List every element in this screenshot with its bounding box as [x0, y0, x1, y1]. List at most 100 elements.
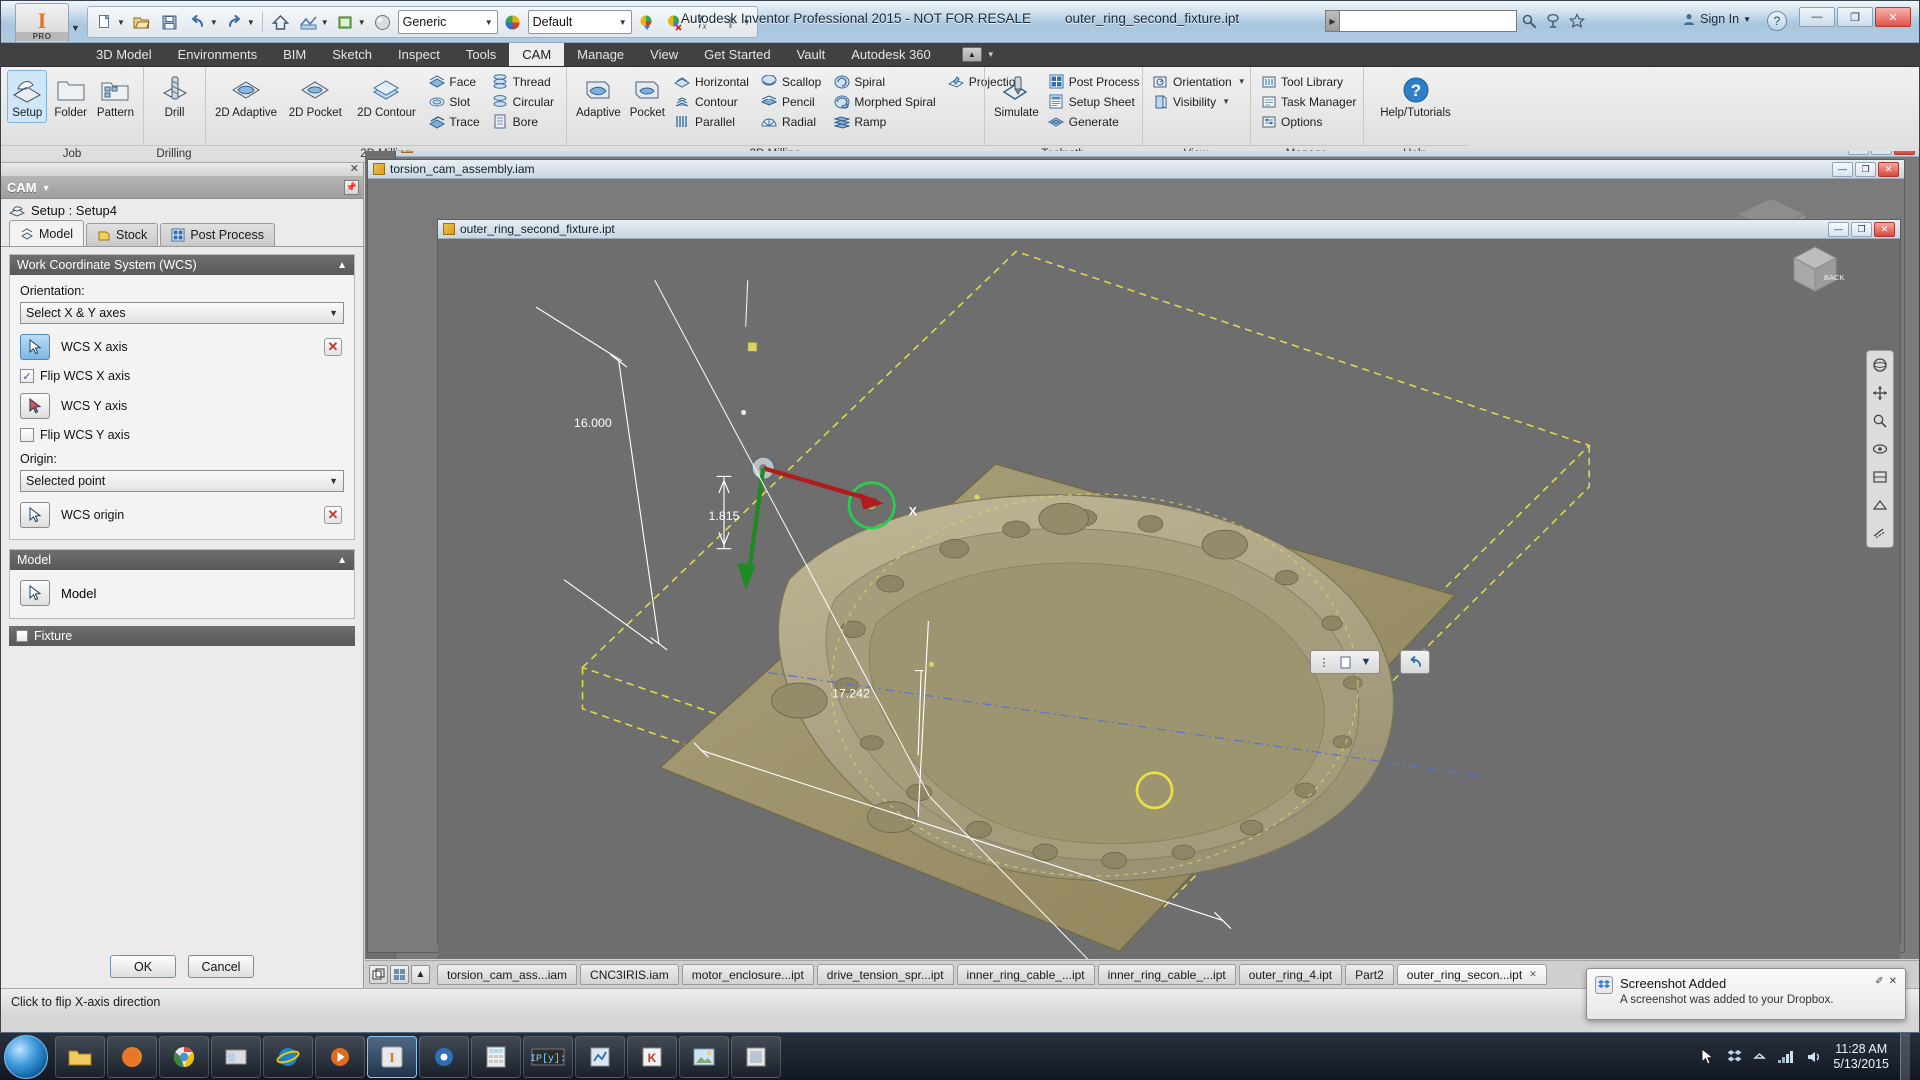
tray-show-hidden-icon[interactable]	[1753, 1050, 1767, 1063]
model-viewport[interactable]: X 16.000 1.815 17.242	[438, 239, 1900, 959]
doctab-outer-ring-4[interactable]: outer_ring_4.ipt	[1238, 964, 1343, 985]
clear-appearance-icon[interactable]	[662, 9, 688, 35]
taskbar-app8[interactable]	[419, 1035, 469, 1078]
spiral-button[interactable]: Spiral	[830, 72, 941, 91]
tray-dropbox-icon[interactable]	[1727, 1049, 1742, 1064]
face-button[interactable]: Face	[425, 72, 485, 91]
tab-model[interactable]: Model	[9, 220, 85, 246]
doctab-inner-ring-cable-1[interactable]: inner_ring_cable_...ipt	[956, 964, 1095, 985]
horizontal-button[interactable]: Horizontal	[671, 72, 755, 91]
mini-toolbar-chevron-icon[interactable]: ▼	[1357, 653, 1375, 671]
mdi-title-outer-ring-fixture[interactable]: outer_ring_second_fixture.ipt — ❐ ✕	[438, 220, 1900, 239]
favorites-star-icon[interactable]	[1565, 9, 1589, 33]
parameters-icon[interactable]: fx	[690, 9, 716, 35]
customize-qat-icon[interactable]	[718, 9, 744, 35]
cancel-button[interactable]: Cancel	[188, 955, 254, 978]
thread-button[interactable]: Thread	[489, 72, 560, 91]
undo-chevron-icon[interactable]: ▼	[210, 18, 218, 27]
material-combo[interactable]: Generic ▼	[397, 10, 498, 34]
application-menu-chevron-icon[interactable]: ▼	[71, 23, 80, 33]
task-manager-button[interactable]: Task Manager	[1257, 92, 1362, 111]
start-button[interactable]	[4, 1034, 48, 1079]
tab-get-started[interactable]: Get Started	[691, 43, 783, 66]
taskbar-firefox[interactable]	[107, 1035, 157, 1078]
wcs-origin-pick-button[interactable]	[20, 502, 50, 528]
doctab-part2[interactable]: Part2	[1345, 964, 1394, 985]
doctab-close-icon[interactable]: ✕	[1529, 969, 1537, 980]
ribbon-display-icon[interactable]: ▲	[961, 47, 982, 62]
ribbon-display-chevron-icon[interactable]: ▼	[987, 50, 995, 59]
tool-library-button[interactable]: Tool Library	[1257, 72, 1362, 91]
close-button[interactable]: ✕	[1875, 7, 1911, 27]
show-desktop-button[interactable]	[1900, 1032, 1910, 1080]
mdi-restore-cnc3iris[interactable]: ❐	[1871, 151, 1892, 155]
search-expand-icon[interactable]: ▶	[1325, 10, 1339, 32]
cam-panel-pin-icon[interactable]: 📌	[344, 180, 359, 195]
flip-x-checkbox[interactable]: ✓	[20, 369, 34, 383]
tab-vault[interactable]: Vault	[784, 43, 839, 66]
section-icon[interactable]	[1870, 467, 1890, 487]
model-undo-toolbar[interactable]	[1400, 650, 1430, 674]
tab-manage[interactable]: Manage	[564, 43, 637, 66]
undo-icon[interactable]	[185, 9, 211, 35]
taskbar-clock[interactable]: 11:28 AM 5/13/2015	[1833, 1042, 1889, 1072]
contour-2d-button[interactable]: 2D Contour	[351, 70, 423, 123]
pocket-2d-button[interactable]: 2D Pocket	[283, 70, 348, 123]
tab-sketch[interactable]: Sketch	[319, 43, 385, 66]
taskbar-app11[interactable]	[575, 1035, 625, 1078]
toast-close-icon[interactable]: ✕	[1889, 976, 1897, 987]
zoom-icon[interactable]	[1870, 411, 1890, 431]
update-icon[interactable]	[333, 9, 359, 35]
flip-y-checkbox[interactable]	[20, 428, 34, 442]
minimize-button[interactable]: —	[1799, 7, 1835, 27]
display-icon[interactable]	[1870, 495, 1890, 515]
pan-icon[interactable]	[1870, 383, 1890, 403]
taskbar-explorer[interactable]	[55, 1035, 105, 1078]
fixture-group-header[interactable]: Fixture	[9, 626, 355, 646]
toast-settings-icon[interactable]: ✐	[1875, 976, 1883, 987]
doctab-outer-ring-second[interactable]: outer_ring_secon...ipt ✕	[1396, 964, 1547, 985]
taskbar-calc[interactable]	[471, 1035, 521, 1078]
screenshot-toast[interactable]: Screenshot Added A screenshot was added …	[1586, 968, 1906, 1020]
bore-button[interactable]: Bore	[489, 112, 560, 131]
morphed-spiral-button[interactable]: Morphed Spiral	[830, 92, 941, 111]
setup-sheet-button[interactable]: Setup Sheet	[1045, 92, 1146, 111]
taskbar-ie[interactable]	[263, 1035, 313, 1078]
mdi-window-outer-ring-fixture[interactable]: outer_ring_second_fixture.ipt — ❐ ✕ X 16…	[437, 219, 1901, 959]
tab-bim[interactable]: BIM	[270, 43, 319, 66]
mini-toolbar-grip-icon[interactable]: ⋮	[1315, 653, 1333, 671]
taskbar-media[interactable]	[315, 1035, 365, 1078]
taskbar-inventor[interactable]: I	[367, 1035, 417, 1078]
ok-button[interactable]: OK	[110, 955, 176, 978]
taskbar-image[interactable]	[679, 1035, 729, 1078]
pencil-button[interactable]: Pencil	[758, 92, 827, 111]
orientation-chevron-icon[interactable]: ▼	[1238, 77, 1246, 86]
mdi-minimize-outer-ring-fixture[interactable]: —	[1828, 221, 1849, 237]
generate-button[interactable]: Generate	[1045, 112, 1146, 131]
model-mini-toolbar[interactable]: ⋮ ▼	[1310, 650, 1380, 674]
new-file-icon[interactable]	[92, 9, 118, 35]
tab-post-process[interactable]: Post Process	[160, 223, 275, 246]
mdi-restore-outer-ring-fixture[interactable]: ❐	[1851, 221, 1872, 237]
communication-center-icon[interactable]	[1541, 9, 1565, 33]
pocket-button[interactable]: Pocket	[627, 70, 668, 123]
tab-inspect[interactable]: Inspect	[385, 43, 453, 66]
view-cube[interactable]: BACK	[1784, 238, 1846, 300]
wcs-x-axis-clear-button[interactable]: ✕	[324, 338, 342, 356]
qat-overflow-chevron-icon[interactable]: ▼	[743, 18, 751, 27]
scroll-up-icon[interactable]: ▲	[411, 965, 430, 984]
mini-toolbar-page-icon[interactable]	[1336, 653, 1354, 671]
browser-close-icon[interactable]: ✕	[350, 162, 359, 175]
folder-button[interactable]: Folder	[50, 70, 90, 123]
return-chevron-icon[interactable]: ▼	[321, 18, 329, 27]
adjust-appearance-icon[interactable]	[634, 9, 660, 35]
model-group-header[interactable]: Model ▲	[10, 550, 354, 570]
wcs-group-header[interactable]: Work Coordinate System (WCS) ▲	[10, 255, 354, 275]
doctab-inner-ring-cable-2[interactable]: inner_ring_cable_...ipt	[1097, 964, 1236, 985]
options-button[interactable]: Options	[1257, 112, 1362, 131]
model-group-collapse-icon[interactable]: ▲	[337, 555, 347, 566]
orientation-select[interactable]: Select X & Y axes ▼	[20, 302, 344, 324]
mdi-close-outer-ring-fixture[interactable]: ✕	[1874, 221, 1895, 237]
parallel-button[interactable]: Parallel	[671, 112, 755, 131]
search-input[interactable]	[1339, 10, 1517, 32]
